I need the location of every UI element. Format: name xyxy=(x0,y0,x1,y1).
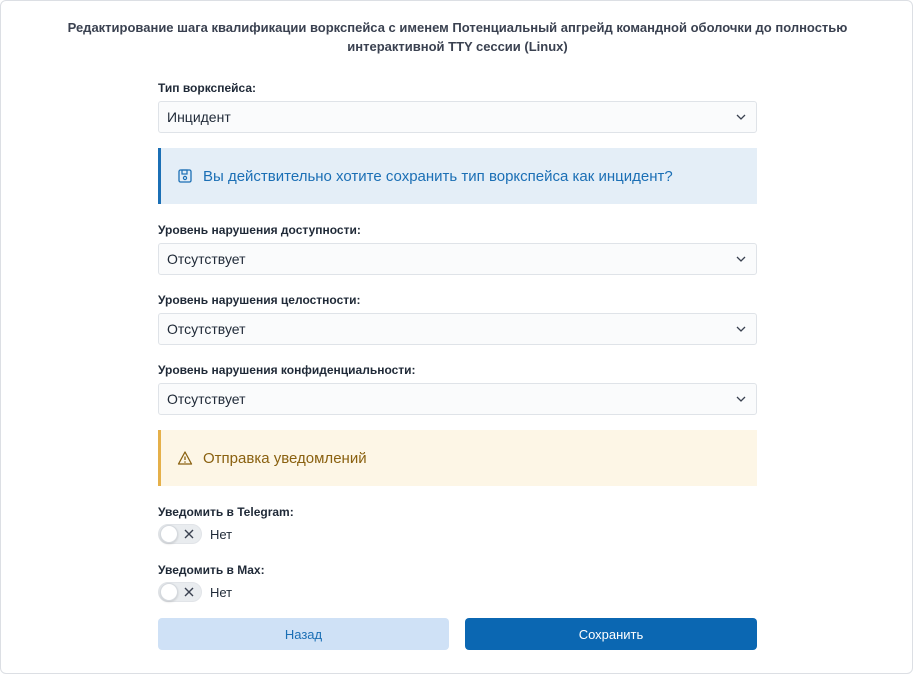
back-button[interactable]: Назад xyxy=(158,618,449,650)
integrity-group: Уровень нарушения целостности: Отсутству… xyxy=(158,292,757,345)
telegram-toggle[interactable] xyxy=(158,524,202,544)
workspace-type-select[interactable]: Инцидент xyxy=(158,101,757,133)
max-group: Уведомить в Max: xyxy=(158,562,757,579)
chevron-down-icon xyxy=(736,256,746,262)
telegram-label: Уведомить в Telegram: xyxy=(158,505,294,519)
notifications-alert-text: Отправка уведомлений xyxy=(203,449,367,467)
telegram-group: Уведомить в Telegram: xyxy=(158,504,757,521)
chevron-down-icon xyxy=(736,114,746,120)
close-icon xyxy=(184,587,194,597)
save-icon xyxy=(178,169,192,183)
integrity-value: Отсутствует xyxy=(167,321,246,337)
confidentiality-value: Отсутствует xyxy=(167,391,246,407)
availability-value: Отсутствует xyxy=(167,251,246,267)
max-state-text: Нет xyxy=(210,584,233,600)
availability-select[interactable]: Отсутствует xyxy=(158,243,757,275)
notifications-alert: Отправка уведомлений xyxy=(158,430,757,486)
max-toggle[interactable] xyxy=(158,582,202,602)
confirm-incident-alert: Вы действительно хотите сохранить тип во… xyxy=(158,148,757,204)
integrity-select[interactable]: Отсутствует xyxy=(158,313,757,345)
warning-icon xyxy=(177,451,193,465)
close-icon xyxy=(184,529,194,539)
availability-group: Уровень нарушения доступности: Отсутству… xyxy=(158,222,757,275)
workspace-type-group: Тип воркспейса: Инцидент xyxy=(158,80,757,133)
telegram-state-text: Нет xyxy=(210,526,233,542)
availability-label: Уровень нарушения доступности: xyxy=(158,223,361,237)
toggle-knob xyxy=(160,525,178,543)
integrity-label: Уровень нарушения целостности: xyxy=(158,293,361,307)
toggle-knob xyxy=(160,583,178,601)
confirm-incident-text: Вы действительно хотите сохранить тип во… xyxy=(203,167,673,185)
save-button[interactable]: Сохранить xyxy=(465,618,757,650)
workspace-type-value: Инцидент xyxy=(167,109,231,125)
confidentiality-group: Уровень нарушения конфиденциальности: От… xyxy=(158,362,757,415)
page-title: Редактирование шага квалификации воркспе… xyxy=(67,20,848,54)
workspace-type-label: Тип воркспейса: xyxy=(158,81,257,95)
confidentiality-label: Уровень нарушения конфиденциальности: xyxy=(158,363,416,377)
max-label: Уведомить в Max: xyxy=(158,563,265,577)
confidentiality-select[interactable]: Отсутствует xyxy=(158,383,757,415)
chevron-down-icon xyxy=(736,396,746,402)
max-toggle-row: Нет xyxy=(158,582,232,602)
chevron-down-icon xyxy=(736,326,746,332)
dialog-frame: Редактирование шага квалификации воркспе… xyxy=(0,0,913,674)
telegram-toggle-row: Нет xyxy=(158,524,232,544)
